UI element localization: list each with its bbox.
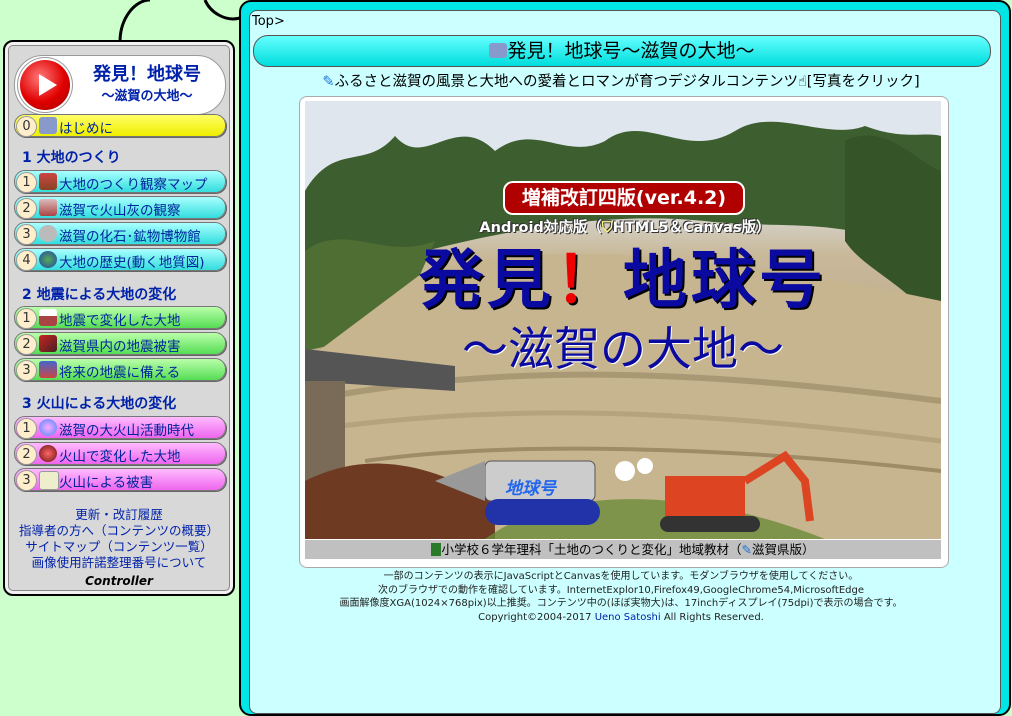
menu-label: 滋賀の大火山活動時代 bbox=[59, 423, 194, 439]
menu-item-volcanic-damage[interactable]: 3 火山による被害 bbox=[14, 468, 226, 491]
menu-item-geologic-history[interactable]: 4 大地の歴史(動く地質図) bbox=[14, 248, 226, 271]
pointer-icon: ☝ bbox=[797, 74, 807, 90]
footer-copyright: Copyright©2004-2017 Ueno Satoshi All Rig… bbox=[253, 611, 989, 625]
lava-icon bbox=[39, 445, 57, 462]
menu-number: 3 bbox=[16, 470, 37, 491]
rights-text: All Rights Reserved. bbox=[660, 611, 764, 623]
copyright-text: Copyright©2004-2017 bbox=[478, 611, 595, 623]
hero-title-exclamation: ！ bbox=[555, 244, 623, 318]
hero-title: 発見！地球号 bbox=[373, 229, 873, 321]
hero-subtitle: ～滋賀の大地～ bbox=[462, 322, 784, 376]
damage-icon bbox=[39, 335, 57, 352]
section-heading-2: 2 地震による大地の変化 bbox=[22, 287, 177, 303]
shelter-icon bbox=[39, 471, 59, 490]
book-icon bbox=[431, 543, 442, 556]
intro-text: ふるさと滋賀の風景と大地への愛着とロマンが育つデジタルコンテンツ bbox=[334, 74, 798, 90]
strata-icon bbox=[39, 173, 57, 190]
breadcrumb[interactable]: Top> bbox=[252, 14, 285, 29]
globe-icon bbox=[39, 251, 57, 268]
menu-number: 2 bbox=[16, 334, 37, 355]
menu-number: 1 bbox=[16, 418, 37, 439]
menu-label: 火山で変化した大地 bbox=[59, 449, 181, 465]
caption-text: 小学校６学年理科「土地のつくりと変化」地域教材（ bbox=[441, 542, 742, 557]
section-heading-1: 1 大地のつくり bbox=[22, 150, 121, 166]
menu-label: 滋賀県内の地震被害 bbox=[59, 339, 181, 355]
menu-item-earthquake-prepare[interactable]: 3 将来の地震に備える bbox=[14, 358, 226, 381]
menu-item-intro[interactable]: 0 はじめに bbox=[14, 114, 226, 137]
menu-number: 3 bbox=[16, 224, 37, 245]
eruption-icon bbox=[39, 419, 57, 436]
controller-subtitle: ～滋賀の大地～ bbox=[101, 89, 193, 104]
marker-icon: ✎ bbox=[322, 74, 335, 90]
menu-label: 滋賀の化石･鉱物博物館 bbox=[59, 229, 201, 245]
menu-label: 大地のつくり観察マップ bbox=[59, 177, 208, 193]
intro-line: ✎ふるさと滋賀の風景と大地への愛着とロマンが育つデジタルコンテンツ☝[写真をクリ… bbox=[253, 70, 989, 91]
controller-panel: 発見！地球号 ～滋賀の大地～ 0 はじめに 1 大地のつくり 1 大地のつくり観… bbox=[3, 40, 235, 596]
menu-number: 2 bbox=[16, 444, 37, 465]
caption-suffix: 滋賀県版） bbox=[751, 542, 815, 557]
menu-number: 1 bbox=[16, 308, 37, 329]
footer-line-2: 次のブラウザでの動作を確認しています。InternetExplor10,Fire… bbox=[378, 584, 864, 596]
menu-label: はじめに bbox=[59, 121, 113, 137]
menu-number: 2 bbox=[16, 198, 37, 219]
vehicle-label: 地球号 bbox=[505, 479, 556, 499]
hero-photo[interactable]: 増補改訂四版(ver.4.2) Android対応版（⛉HTML5＆Canvas… bbox=[305, 101, 941, 539]
menu-item-fossil-museum[interactable]: 3 滋賀の化石･鉱物博物館 bbox=[14, 222, 226, 245]
machine-icon bbox=[489, 43, 508, 58]
play-icon[interactable] bbox=[20, 60, 70, 110]
controller-title: 発見！地球号 bbox=[93, 64, 201, 85]
controller-header: 発見！地球号 ～滋賀の大地～ bbox=[14, 55, 226, 115]
hero-title-a: 発見 bbox=[419, 244, 555, 318]
menu-label: 大地の歴史(動く地質図) bbox=[59, 255, 205, 271]
menu-number: 3 bbox=[16, 360, 37, 381]
menu-label: 地震で変化した大地 bbox=[59, 313, 181, 329]
menu-item-earthquake-change[interactable]: 1 地震で変化した大地 bbox=[14, 306, 226, 329]
link-image-permission[interactable]: 画像使用許諾整理番号について bbox=[5, 552, 233, 571]
menu-item-volcanic-era[interactable]: 1 滋賀の大火山活動時代 bbox=[14, 416, 226, 439]
controller-cable bbox=[118, 0, 241, 43]
click-hint[interactable]: [写真をクリック] bbox=[807, 74, 920, 90]
hero-title-b: 地球号 bbox=[623, 244, 827, 318]
fault-icon bbox=[39, 309, 57, 326]
menu-item-volcanic-change[interactable]: 2 火山で変化した大地 bbox=[14, 442, 226, 465]
volcano-icon bbox=[39, 199, 57, 216]
menu-label: 将来の地震に備える bbox=[59, 365, 181, 381]
marker-icon: ✎ bbox=[741, 542, 752, 557]
menu-number: 4 bbox=[16, 250, 37, 271]
menu-label: 滋賀で火山灰の観察 bbox=[59, 203, 181, 219]
menu-item-observation-map[interactable]: 1 大地のつくり観察マップ bbox=[14, 170, 226, 193]
footer-line-3: 画面解像度XGA(1024×768pix)以上推奨。コンテンツ中の(ほぼ実物大)… bbox=[339, 598, 903, 609]
fossil-icon bbox=[39, 225, 57, 242]
menu-label: 火山による被害 bbox=[59, 475, 154, 491]
section-heading-3: 3 火山による大地の変化 bbox=[22, 396, 177, 412]
page-title-banner: 発見！地球号～滋賀の大地～ bbox=[253, 35, 991, 67]
house-icon bbox=[39, 361, 57, 378]
machine-icon bbox=[39, 117, 57, 134]
author-link[interactable]: Ueno Satoshi bbox=[595, 612, 661, 623]
controller-label: Controller bbox=[85, 574, 153, 588]
photo-caption: 小学校６学年理科「土地のつくりと変化」地域教材（✎滋賀県版） bbox=[305, 540, 941, 559]
menu-number: 1 bbox=[16, 172, 37, 193]
page-title: 発見！地球号～滋賀の大地～ bbox=[507, 40, 755, 62]
edition-badge: 増補改訂四版(ver.4.2) bbox=[503, 181, 745, 215]
menu-number: 0 bbox=[16, 116, 37, 137]
footer-line-1: 一部のコンテンツの表示にJavaScriptとCanvasを使用しています。モダ… bbox=[383, 571, 859, 582]
menu-item-volcanic-ash[interactable]: 2 滋賀で火山灰の観察 bbox=[14, 196, 226, 219]
menu-item-earthquake-damage[interactable]: 2 滋賀県内の地震被害 bbox=[14, 332, 226, 355]
footer: 一部のコンテンツの表示にJavaScriptとCanvasを使用しています。モダ… bbox=[253, 570, 989, 624]
